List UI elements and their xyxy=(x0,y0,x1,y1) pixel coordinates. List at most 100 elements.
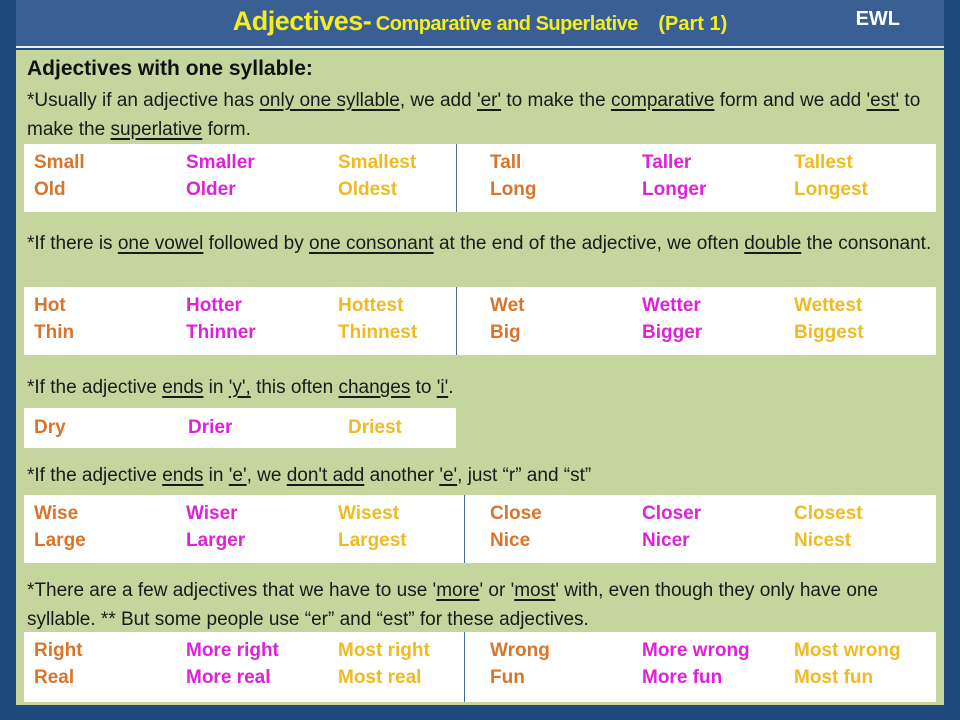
underlined-term: most xyxy=(514,580,556,601)
content-panel: Adjectives with one syllable: *Usually i… xyxy=(16,50,944,705)
rule-text-segment: form and we add xyxy=(714,90,867,111)
base-form-word: Thin xyxy=(34,322,75,343)
rule-text-segment: *There are a few adjectives that we have… xyxy=(27,580,437,601)
rule-text-segment: followed by xyxy=(203,233,310,254)
rule-text: *Usually if an adjective has only one sy… xyxy=(27,86,932,144)
base-form-word: Close xyxy=(490,503,542,524)
base-form-word: Large xyxy=(34,530,86,551)
rule-text-segment: to xyxy=(410,377,437,398)
comparative-form-word: More wrong xyxy=(642,640,750,661)
comparative-form-word: Thinner xyxy=(186,322,256,343)
underlined-term: 'est' xyxy=(866,90,900,111)
table-divider xyxy=(464,632,465,702)
rule-text-segment: at the end of the adjective, we often xyxy=(433,233,745,254)
underlined-term: 'y', xyxy=(228,377,251,398)
superlative-form-word: Wettest xyxy=(794,295,863,316)
title-bar: Adjectives- Comparative and Superlative … xyxy=(16,0,944,48)
underlined-term: don't add xyxy=(286,465,365,486)
rule-text: *If there is one vowel followed by one c… xyxy=(27,229,932,258)
superlative-form-word: Longest xyxy=(794,179,868,200)
superlative-form-word: Most right xyxy=(338,640,430,661)
comparative-form-word: More right xyxy=(186,640,279,661)
comparative-form-word: Bigger xyxy=(642,322,703,343)
comparative-form-word: Wiser xyxy=(186,503,238,524)
rule-text-segment: *If the adjective xyxy=(27,465,163,486)
superlative-form-word: Most real xyxy=(338,667,422,688)
title-main: Adjectives- xyxy=(232,6,372,36)
superlative-form-word: Hottest xyxy=(338,295,404,316)
superlative-form-word: Nicest xyxy=(794,530,852,551)
underlined-term: ends xyxy=(162,377,204,398)
comparative-form-word: Larger xyxy=(186,530,246,551)
table-divider xyxy=(456,144,457,212)
comparative-form-word: Taller xyxy=(642,152,692,173)
table-divider xyxy=(456,287,457,355)
rule-text-segment: in xyxy=(203,465,229,486)
rule-text-segment: , we xyxy=(246,465,287,486)
title-part: (Part 1) xyxy=(658,13,728,35)
underlined-term: 'e' xyxy=(439,465,458,486)
rule-text-segment: , we add xyxy=(399,90,477,111)
rule-text: *There are a few adjectives that we have… xyxy=(27,576,932,634)
rule-text-segment: ' or ' xyxy=(479,580,515,601)
comparative-form-word: Nicer xyxy=(642,530,690,551)
underlined-term: 'i' xyxy=(436,377,449,398)
rule-text-segment: this often xyxy=(250,377,339,398)
base-form-word: Right xyxy=(34,640,83,661)
section-heading: Adjectives with one syllable: xyxy=(27,57,313,80)
rule-text-segment: . xyxy=(448,377,454,398)
superlative-form-word: Driest xyxy=(348,417,402,438)
underlined-term: ends xyxy=(162,465,204,486)
base-form-word: Long xyxy=(490,179,537,200)
superlative-form-word: Closest xyxy=(794,503,863,524)
example-table: Hot Hotter Hottest Wet Wetter Wettest Thin Thin… xyxy=(24,287,936,355)
title-subtitle: Comparative and Superlative xyxy=(375,13,639,35)
underlined-term: 'er' xyxy=(476,90,502,111)
superlative-form-word: Oldest xyxy=(338,179,398,200)
rule-text: *If the adjective ends in 'y', this ofte… xyxy=(27,373,932,402)
example-table: Dry Drier Driest xyxy=(24,408,456,448)
comparative-form-word: More fun xyxy=(642,667,723,688)
base-form-word: Hot xyxy=(34,295,66,316)
comparative-form-word: Longer xyxy=(642,179,707,200)
underlined-term: comparative xyxy=(610,90,715,111)
rule-text-segment: *Usually if an adjective has xyxy=(27,90,260,111)
superlative-form-word: Smallest xyxy=(338,152,417,173)
base-form-word: Real xyxy=(34,667,75,688)
base-form-word: Fun xyxy=(490,667,525,688)
brand-logo: EWL xyxy=(855,8,900,30)
comparative-form-word: Hotter xyxy=(186,295,242,316)
comparative-form-word: Smaller xyxy=(186,152,255,173)
page-title: Adjectives- Comparative and Superlative … xyxy=(16,6,944,37)
underlined-term: only one syllable xyxy=(259,90,400,111)
underlined-term: one consonant xyxy=(309,233,434,254)
comparative-form-word: Closer xyxy=(642,503,702,524)
comparative-form-word: Older xyxy=(186,179,236,200)
example-table: Small Smaller Smallest Tall Taller Tallest Old… xyxy=(24,144,936,212)
superlative-form-word: Biggest xyxy=(794,322,864,343)
rule-text-segment: form. xyxy=(202,119,251,140)
underlined-term: 'e' xyxy=(228,465,247,486)
base-form-word: Dry xyxy=(34,417,66,438)
example-table: Right More right Most right Wrong More wrong… xyxy=(24,632,936,702)
underlined-term: double xyxy=(744,233,802,254)
comparative-form-word: More real xyxy=(186,667,271,688)
superlative-form-word: Wisest xyxy=(338,503,400,524)
table-divider xyxy=(464,495,465,563)
underlined-term: one vowel xyxy=(117,233,204,254)
underlined-term: more xyxy=(436,580,480,601)
base-form-word: Nice xyxy=(490,530,531,551)
superlative-form-word: Most fun xyxy=(794,667,874,688)
example-table: Wise Wiser Wisest Close Closer Closest Large La… xyxy=(24,495,936,563)
superlative-form-word: Most wrong xyxy=(794,640,901,661)
rule-text-segment: *If there is xyxy=(27,233,118,254)
rule-text-segment: another xyxy=(364,465,440,486)
superlative-form-word: Thinnest xyxy=(338,322,418,343)
superlative-form-word: Tallest xyxy=(794,152,853,173)
base-form-word: Tall xyxy=(490,152,522,173)
rule-text-segment: the consonant. xyxy=(801,233,932,254)
underlined-term: changes xyxy=(338,377,411,398)
comparative-form-word: Wetter xyxy=(642,295,701,316)
base-form-word: Big xyxy=(490,322,521,343)
base-form-word: Wet xyxy=(490,295,525,316)
